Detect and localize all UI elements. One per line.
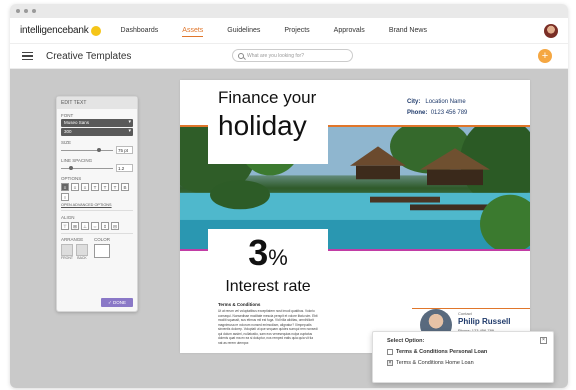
panel-title: EDIT TEXT bbox=[57, 97, 137, 109]
terms-heading[interactable]: Terms & Conditions bbox=[218, 302, 318, 307]
done-button[interactable]: ✓ DONE bbox=[101, 298, 133, 307]
phone-label: Phone: bbox=[407, 110, 428, 116]
arrange-label: ARRANGE bbox=[61, 237, 84, 242]
nav-item-dashboards[interactable]: Dashboards bbox=[121, 25, 159, 37]
font-weight-select[interactable]: 300 bbox=[61, 128, 133, 136]
rate-box[interactable]: 3% Interest rate Terms & Conditions Ut a… bbox=[208, 229, 328, 353]
window-dot-icon[interactable] bbox=[24, 9, 28, 13]
size-value-field[interactable]: 75 pt bbox=[116, 146, 133, 154]
window-dot-icon[interactable] bbox=[16, 9, 20, 13]
app-window: intelligencebank Dashboards Assets Guide… bbox=[10, 4, 568, 388]
logo-dot-icon bbox=[90, 25, 101, 36]
line-spacing-handle[interactable] bbox=[68, 166, 73, 170]
location-info: City: Location Name Phone: 0123 456 789 bbox=[407, 97, 467, 119]
bring-front-icon[interactable] bbox=[61, 244, 73, 256]
align-top-icon[interactable]: ⊤ bbox=[61, 222, 69, 230]
brand-logo[interactable]: intelligencebank bbox=[20, 25, 101, 36]
size-label: SIZE bbox=[61, 140, 72, 145]
brand-name: intelligencebank bbox=[20, 25, 89, 36]
sub-header: Creative Templates What are you looking … bbox=[10, 44, 568, 69]
rate-number: 3 bbox=[248, 232, 269, 273]
headline-line2[interactable]: holiday bbox=[218, 110, 318, 142]
add-button[interactable]: + bbox=[538, 49, 552, 63]
city-label: City: bbox=[407, 99, 421, 105]
align-label: ALIGN bbox=[61, 215, 75, 220]
back-label: BACK bbox=[77, 256, 87, 260]
nav-links: Dashboards Assets Guidelines Projects Ap… bbox=[121, 25, 451, 37]
checkbox-personal-loan[interactable] bbox=[387, 349, 393, 355]
uppercase-icon[interactable]: T bbox=[91, 183, 99, 191]
line-spacing-field[interactable]: 1.2 bbox=[116, 164, 133, 172]
nav-item-brand-news[interactable]: Brand News bbox=[389, 25, 427, 37]
option-label: Terms & Conditions Home Loan bbox=[396, 360, 474, 366]
option-label: Terms & Conditions Personal Loan bbox=[396, 349, 488, 355]
color-swatch[interactable] bbox=[94, 244, 110, 258]
size-slider-handle[interactable] bbox=[97, 148, 102, 152]
rate-value[interactable]: 3% bbox=[218, 235, 318, 276]
menu-icon[interactable] bbox=[22, 51, 33, 61]
align-middle-icon[interactable]: ⊞ bbox=[71, 222, 79, 230]
align-bottom-icon[interactable]: ⊥ bbox=[81, 222, 89, 230]
italic-icon[interactable]: I bbox=[61, 193, 69, 201]
font-label: FONT bbox=[61, 113, 74, 118]
rate-label[interactable]: Interest rate bbox=[218, 278, 318, 296]
headline-line1[interactable]: Finance your bbox=[218, 88, 318, 108]
plus-icon: + bbox=[541, 50, 549, 62]
edit-text-panel: EDIT TEXT FONT Museo Sans 300 SIZE 75 pt… bbox=[56, 96, 138, 312]
color-label: COLOR bbox=[94, 237, 111, 242]
case-icon[interactable]: T bbox=[101, 183, 109, 191]
distribute-v-icon[interactable]: ⇕ bbox=[101, 222, 109, 230]
template-document: City: Location Name Phone: 0123 456 789 bbox=[180, 80, 530, 353]
close-icon[interactable]: × bbox=[540, 337, 547, 344]
advanced-options-link[interactable]: OPEN ADVANCED OPTIONS bbox=[61, 203, 133, 207]
align-center-icon[interactable]: ≡ bbox=[71, 183, 79, 191]
user-avatar[interactable] bbox=[544, 23, 558, 38]
popup-title: Select Option: bbox=[387, 338, 425, 344]
align-left-icon[interactable]: ≡ bbox=[61, 183, 69, 191]
options-label: OPTIONS bbox=[61, 176, 82, 181]
page-title: Creative Templates bbox=[46, 50, 132, 62]
phone-value[interactable]: 0123 456 789 bbox=[431, 110, 468, 116]
font-select[interactable]: Museo Sans bbox=[61, 119, 133, 127]
headline-box[interactable]: Finance your holiday bbox=[208, 80, 328, 164]
contact-name[interactable]: Philip Russell bbox=[458, 317, 510, 326]
search-icon bbox=[238, 52, 244, 59]
nav-item-approvals[interactable]: Approvals bbox=[334, 25, 365, 37]
option-personal-loan[interactable]: Terms & Conditions Personal Loan bbox=[387, 349, 539, 355]
checkbox-home-loan[interactable]: × bbox=[387, 360, 393, 366]
top-navigation: intelligencebank Dashboards Assets Guide… bbox=[10, 18, 568, 44]
send-back-icon[interactable] bbox=[76, 244, 88, 256]
done-label: DONE bbox=[113, 300, 127, 305]
window-titlebar bbox=[10, 4, 568, 18]
line-spacing-label: LINE SPACING bbox=[61, 158, 93, 163]
city-value[interactable]: Location Name bbox=[425, 99, 465, 105]
small-caps-icon[interactable]: T bbox=[111, 183, 119, 191]
align-right-icon[interactable]: ≡ bbox=[81, 183, 89, 191]
align-edge-icon[interactable]: ⊟ bbox=[111, 222, 119, 230]
rate-symbol: % bbox=[268, 245, 288, 270]
front-label: FRONT bbox=[61, 256, 74, 260]
nav-item-guidelines[interactable]: Guidelines bbox=[227, 25, 260, 37]
distribute-h-icon[interactable]: ⇔ bbox=[91, 222, 99, 230]
bold-icon[interactable]: B bbox=[121, 183, 129, 191]
line-spacing-slider[interactable] bbox=[61, 166, 113, 170]
terms-body[interactable]: Ut at rerum vel voluptatibus exceptiatem… bbox=[218, 309, 318, 345]
search-placeholder: What are you looking for? bbox=[247, 52, 304, 59]
contact-label: Contact bbox=[458, 311, 472, 316]
nav-item-assets[interactable]: Assets bbox=[182, 25, 204, 37]
option-home-loan[interactable]: × Terms & Conditions Home Loan bbox=[387, 360, 539, 366]
window-dot-icon[interactable] bbox=[32, 9, 36, 13]
nav-item-projects[interactable]: Projects bbox=[284, 25, 309, 37]
search-input[interactable]: What are you looking for? bbox=[232, 49, 353, 62]
size-slider[interactable] bbox=[61, 148, 113, 152]
select-option-popup: × Select Option: Terms & Conditions Pers… bbox=[372, 331, 554, 383]
